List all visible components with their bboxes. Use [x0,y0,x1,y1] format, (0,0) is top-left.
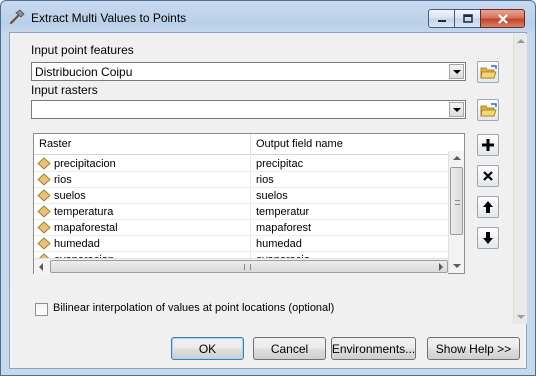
output-field-name-cell[interactable]: precipitac [256,158,303,170]
raster-name-cell[interactable]: rios [54,174,72,186]
bilinear-checkbox-label[interactable]: Bilinear interpolation of values at poin… [53,302,334,314]
hammer-icon [9,9,27,25]
ok-button[interactable]: OK [171,337,244,360]
raster-layer-icon [37,237,51,250]
raster-layer-icon [37,173,51,186]
show-help-button[interactable]: Show Help >> [427,337,520,360]
arrow-down-icon [483,232,493,244]
column-header-output-field[interactable]: Output field name [256,138,343,150]
scroll-down-icon[interactable] [517,315,525,319]
raster-name-cell[interactable]: precipitacion [54,158,116,170]
open-folder-icon [480,65,497,79]
scroll-right-icon[interactable] [439,263,443,271]
dialog-window: Extract Multi Values to Points Input poi… [0,0,536,376]
parameters-panel: Input point features Distribucion Coipu … [11,34,527,324]
remove-row-button[interactable] [477,165,499,187]
scroll-up-icon[interactable] [453,156,461,160]
maximize-icon [462,14,473,23]
raster-layer-icon [37,189,51,202]
table-row[interactable]: mapaforestal mapaforest [34,220,448,236]
raster-name-cell[interactable]: suelos [54,190,86,202]
input-point-features-value: Distribucion Coipu [35,65,133,79]
input-rasters-combo[interactable] [31,100,466,119]
raster-layer-icon [37,221,51,234]
bilinear-checkbox[interactable] [35,303,48,316]
environments-button[interactable]: Environments... [331,337,416,360]
plus-icon [482,139,494,151]
input-point-features-combo[interactable]: Distribucion Coipu [31,62,466,81]
raster-name-cell[interactable]: humedad [54,238,100,250]
raster-layer-icon [37,205,51,218]
scrollbar-thumb[interactable] [50,260,448,273]
raster-name-cell[interactable]: mapaforestal [54,222,118,234]
raster-layer-icon [37,157,51,170]
close-icon [497,13,508,24]
output-field-name-cell[interactable]: humedad [256,238,302,250]
output-field-name-cell[interactable]: mapaforest [256,222,311,234]
maximize-button[interactable] [454,9,481,28]
move-down-button[interactable] [477,227,499,249]
output-field-name-cell[interactable]: suelos [256,190,288,202]
chevron-down-icon[interactable] [449,64,464,79]
dialog-body: Input point features Distribucion Coipu … [9,32,527,369]
output-field-name-cell[interactable]: temperatur [256,206,309,218]
scroll-down-icon[interactable] [453,264,461,268]
table-row[interactable]: rios rios [34,172,448,188]
add-row-button[interactable] [477,134,499,156]
scroll-up-icon[interactable] [517,39,525,43]
scroll-left-icon[interactable] [39,263,43,271]
chevron-down-icon[interactable] [449,102,464,117]
minimize-button[interactable] [428,9,455,28]
cancel-button[interactable]: Cancel [253,337,326,360]
input-rasters-label: Input rasters [31,83,98,97]
x-icon [483,171,493,181]
table-row[interactable]: temperatura temperatur [34,204,448,220]
column-header-raster[interactable]: Raster [39,138,71,150]
raster-name-cell[interactable]: temperatura [54,206,113,218]
table-horizontal-scrollbar[interactable] [34,258,448,274]
output-field-name-cell[interactable]: rios [256,174,274,186]
table-row[interactable]: precipitacion precipitac [34,156,448,172]
panel-vertical-scrollbar[interactable] [513,34,527,324]
table-vertical-scrollbar[interactable] [448,151,464,273]
move-up-button[interactable] [477,196,499,218]
title-bar[interactable]: Extract Multi Values to Points [1,1,535,33]
table-row[interactable]: humedad humedad [34,236,448,252]
browse-rasters-button[interactable] [477,99,499,121]
browse-point-features-button[interactable] [477,61,499,83]
open-folder-icon [480,103,497,117]
close-button[interactable] [480,9,525,28]
input-point-features-label: Input point features [31,43,134,57]
table-row[interactable]: suelos suelos [34,188,448,204]
minimize-icon [437,19,446,22]
arrow-up-icon [483,201,493,213]
table-header: Raster Output field name [34,134,448,155]
scrollbar-thumb[interactable] [450,167,463,235]
raster-table[interactable]: Raster Output field name precipitacion pr… [33,133,465,274]
window-title: Extract Multi Values to Points [31,11,187,25]
column-divider[interactable] [250,134,251,155]
